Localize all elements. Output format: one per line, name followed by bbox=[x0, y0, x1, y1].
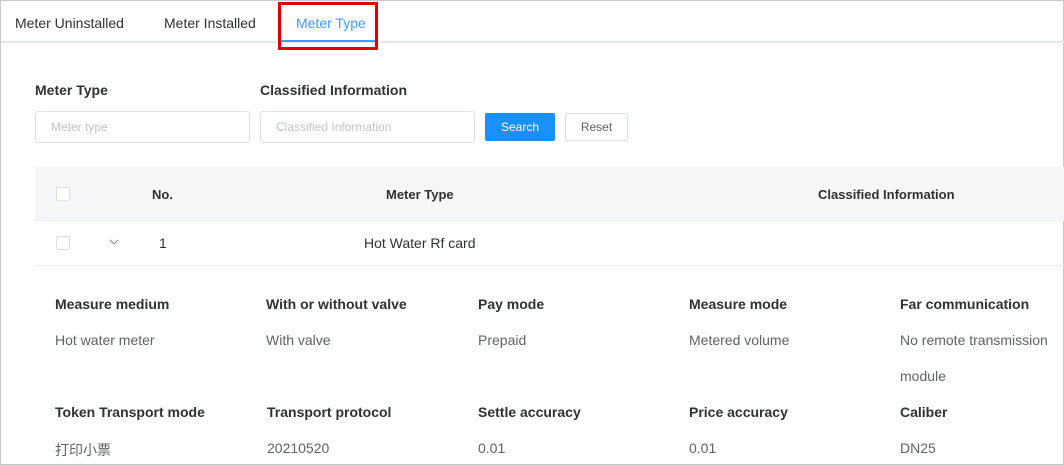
tab-bar: Meter Uninstalled Meter Installed Meter … bbox=[1, 1, 1064, 43]
detail-label-measure-medium: Measure medium bbox=[55, 296, 170, 312]
tab-meter-uninstalled[interactable]: Meter Uninstalled bbox=[15, 15, 124, 31]
detail-label-price-accuracy: Price accuracy bbox=[689, 404, 788, 420]
detail-value-far-communication-cont: module bbox=[900, 368, 946, 384]
row-checkbox[interactable] bbox=[56, 236, 70, 250]
meter-type-filter-label: Meter Type bbox=[35, 82, 108, 98]
highlight-annotation-box bbox=[278, 2, 378, 50]
detail-value-token-transport-mode: 打印小票 bbox=[55, 442, 111, 458]
detail-value-transport-protocol: 20210520 bbox=[267, 440, 330, 456]
detail-label-pay-mode: Pay mode bbox=[478, 296, 545, 312]
classified-info-input[interactable] bbox=[260, 111, 475, 143]
meter-type-input[interactable] bbox=[35, 111, 250, 143]
detail-label-caliber: Caliber bbox=[900, 404, 948, 420]
detail-value-valve: With valve bbox=[266, 332, 331, 348]
detail-value-pay-mode: Prepaid bbox=[478, 332, 527, 348]
classified-info-filter-label: Classified Information bbox=[260, 82, 408, 98]
detail-label-transport-protocol: Transport protocol bbox=[267, 404, 392, 420]
table-header: No. Meter Type Classified Information bbox=[35, 167, 1064, 221]
detail-label-token-transport-mode: Token Transport mode bbox=[55, 404, 205, 420]
detail-value-price-accuracy: 0.01 bbox=[689, 440, 717, 456]
detail-value-measure-mode: Metered volume bbox=[689, 332, 790, 348]
detail-value-far-communication: No remote transmission bbox=[900, 332, 1048, 348]
detail-label-settle-accuracy: Settle accuracy bbox=[478, 404, 581, 420]
detail-value-caliber: DN25 bbox=[900, 440, 936, 456]
column-header-classified-info: Classified Information bbox=[818, 187, 955, 202]
row-meter-type: Hot Water Rf card bbox=[364, 235, 476, 251]
column-header-meter-type: Meter Type bbox=[386, 187, 454, 202]
detail-label-measure-mode: Measure mode bbox=[689, 296, 788, 312]
search-button[interactable]: Search bbox=[485, 113, 555, 141]
chevron-down-icon[interactable] bbox=[107, 235, 121, 249]
detail-value-settle-accuracy: 0.01 bbox=[478, 440, 506, 456]
table-row[interactable]: 1 Hot Water Rf card bbox=[35, 221, 1064, 266]
detail-value-measure-medium: Hot water meter bbox=[55, 332, 155, 348]
tab-meter-installed[interactable]: Meter Installed bbox=[164, 15, 256, 31]
detail-label-valve: With or without valve bbox=[266, 296, 407, 312]
row-number: 1 bbox=[159, 235, 167, 251]
reset-button[interactable]: Reset bbox=[565, 113, 628, 141]
select-all-checkbox[interactable] bbox=[56, 187, 70, 201]
detail-label-far-communication: Far communication bbox=[900, 296, 1030, 312]
column-header-no: No. bbox=[152, 187, 173, 202]
